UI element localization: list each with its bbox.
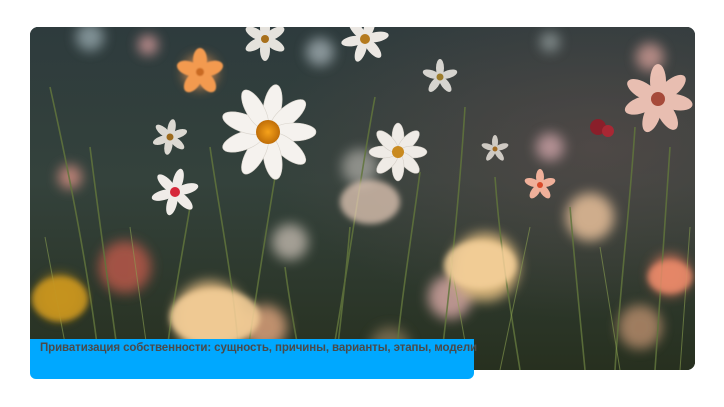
article-title[interactable]: Приватизация собственности: сущность, пр… <box>40 341 477 356</box>
article-caption-bar[interactable]: Приватизация собственности: сущность, пр… <box>30 339 477 379</box>
article-card[interactable] <box>30 27 695 370</box>
article-cover-image[interactable] <box>30 27 695 370</box>
